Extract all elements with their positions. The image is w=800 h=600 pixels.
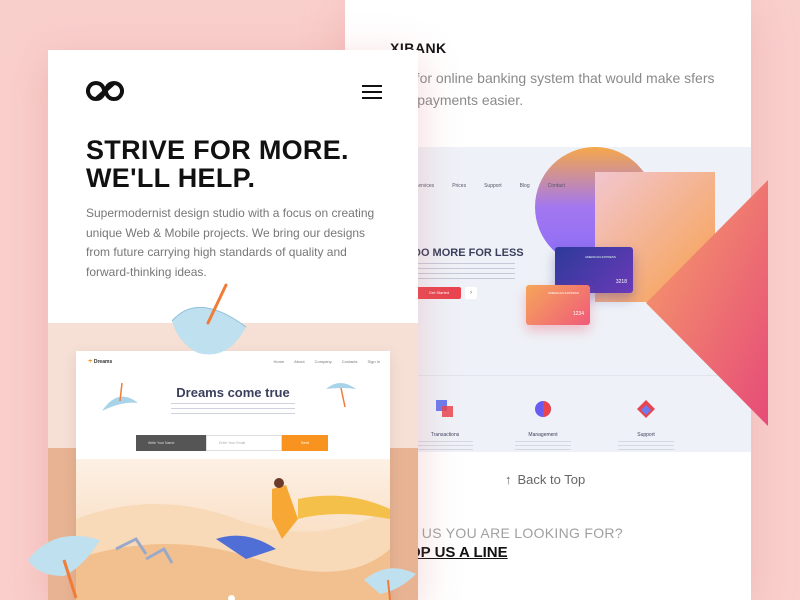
- preview-nav-item[interactable]: Support: [484, 183, 502, 189]
- preview-cta-button[interactable]: Get Started: [417, 287, 461, 299]
- preview-nav-item[interactable]: Contact: [548, 183, 565, 189]
- feature-transactions: Transactions: [410, 397, 480, 451]
- preview-nav-item[interactable]: Prices: [452, 183, 466, 189]
- small-umbrella-icon: [102, 382, 138, 411]
- feature-description: [618, 441, 674, 451]
- card-number: 1234: [572, 311, 584, 317]
- dreams-signup-form: Write Your Name Enter Your Email Send: [136, 435, 328, 451]
- decorative-triangle: [646, 180, 768, 426]
- name-input[interactable]: Write Your Name: [136, 435, 206, 451]
- dreams-nav-item[interactable]: Home: [274, 359, 285, 364]
- dreams-nav-item[interactable]: Company: [315, 359, 332, 364]
- transactions-icon: [436, 400, 453, 417]
- umbrella-icon: [364, 568, 416, 600]
- dreams-nav-item[interactable]: About: [294, 359, 304, 364]
- preview-nav: Services Prices Support Blog Contact: [415, 183, 565, 189]
- feature-management: Management: [508, 397, 578, 451]
- feature-label: Support: [637, 432, 655, 438]
- send-button[interactable]: Send: [282, 435, 328, 451]
- carousel-dot[interactable]: [228, 595, 235, 600]
- dreams-nav: Home About Company Contacts Sign In: [274, 359, 381, 364]
- credit-card-gradient: AMERICAN EXPRESS 1234: [526, 285, 590, 325]
- dreams-scene-art: [76, 478, 390, 600]
- dreams-nav-item[interactable]: Sign In: [368, 359, 380, 364]
- arrow-up-icon: ↑: [505, 472, 512, 487]
- project-description: site for online banking system that woul…: [390, 70, 715, 108]
- feature-description: [515, 441, 571, 451]
- preview-play-button[interactable]: ›: [465, 287, 477, 299]
- back-to-top-link[interactable]: ↑ Back to Top: [505, 472, 585, 487]
- management-icon: [535, 401, 551, 417]
- hero-headline-line: STRIVE FOR MORE.: [86, 135, 349, 165]
- feature-label: Management: [528, 432, 558, 438]
- preview-subtext: [415, 263, 515, 279]
- dreams-brand-label: Dreams: [93, 359, 113, 365]
- card-label: AMERICAN EXPRESS: [585, 255, 616, 259]
- preview-nav-item[interactable]: Blog: [520, 183, 530, 189]
- back-to-top-label: Back to Top: [517, 472, 586, 487]
- email-input[interactable]: Enter Your Email: [206, 435, 282, 451]
- preview-headline: DO MORE FOR LESS: [413, 247, 524, 259]
- studio-logo[interactable]: [86, 80, 124, 102]
- dreams-brand: ☂ Dreams: [88, 359, 112, 365]
- umbrella-icon: [171, 283, 247, 355]
- umbrella-icon: [28, 535, 100, 599]
- dreams-subtext: [171, 403, 295, 415]
- feature-description: [417, 441, 473, 451]
- umbrella-icon: ☂: [88, 359, 93, 365]
- dreams-nav-item[interactable]: Contacts: [342, 359, 358, 364]
- card-label: AMERICAN EXPRESS: [548, 291, 579, 295]
- contact-cta-link[interactable]: OP US A LINE: [409, 544, 508, 561]
- hero-intro: Supermodernist design studio with a focu…: [86, 206, 375, 279]
- hero-headline-line: WE'LL HELP.: [86, 163, 256, 193]
- dreams-scene: [76, 459, 390, 600]
- contact-question: T US YOU ARE LOOKING FOR?: [409, 525, 623, 541]
- dreams-preview: ☂ Dreams Home About Company Contacts Sig…: [76, 351, 390, 600]
- feature-label: Transactions: [430, 432, 460, 438]
- hero-headline: STRIVE FOR MORE. WE'LL HELP.: [86, 136, 349, 192]
- card-number: 3218: [615, 279, 627, 285]
- hamburger-menu-icon[interactable]: [362, 85, 382, 99]
- small-umbrella-icon: [326, 383, 356, 408]
